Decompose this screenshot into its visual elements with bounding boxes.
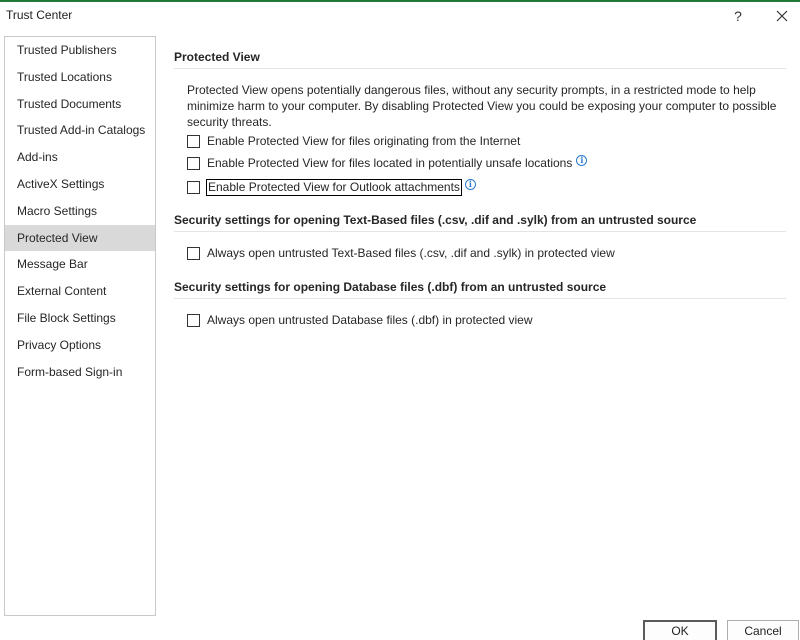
divider [174,231,786,232]
section-heading-text-based: Security settings for opening Text-Based… [174,213,697,227]
window-title: Trust Center [6,8,73,22]
sidebar-item-add-ins[interactable]: Add-ins [5,144,155,171]
checkbox-internet-files[interactable] [187,134,200,148]
close-button[interactable] [770,5,794,27]
close-icon [776,10,788,22]
sidebar-item-protected-view[interactable]: Protected View [5,224,155,252]
sidebar-item-activex-settings[interactable]: ActiveX Settings [5,171,155,198]
section-heading-protected-view: Protected View [174,50,260,64]
database-section: Security settings for opening Database f… [174,276,790,299]
sidebar: Trusted Publishers Trusted Locations Tru… [4,36,156,616]
sidebar-item-message-bar[interactable]: Message Bar [5,251,155,278]
ok-button[interactable]: OK [643,620,717,640]
checkbox-outlook-attachments[interactable] [187,180,200,194]
section-heading-database: Security settings for opening Database f… [174,280,607,294]
option-outlook-attachments[interactable]: Enable Protected View for Outlook attach… [187,178,476,196]
sidebar-item-trusted-addin-catalogs[interactable]: Trusted Add-in Catalogs [5,117,155,144]
option-label: Enable Protected View for files located … [207,156,573,170]
cancel-button[interactable]: Cancel [727,620,799,640]
sidebar-item-trusted-locations[interactable]: Trusted Locations [5,64,155,91]
option-label: Always open untrusted Text-Based files (… [207,246,615,260]
divider [174,68,786,69]
option-text-based-files[interactable]: Always open untrusted Text-Based files (… [187,244,616,262]
sidebar-item-form-based-sign-in[interactable]: Form-based Sign-in [5,359,155,386]
help-button[interactable]: ? [728,5,748,27]
title-bar: Trust Center ? [0,0,800,30]
sidebar-item-external-content[interactable]: External Content [5,278,155,305]
checkbox-unsafe-locations[interactable] [187,156,200,170]
option-label: Always open untrusted Database files (.d… [207,313,533,327]
sidebar-item-privacy-options[interactable]: Privacy Options [5,332,155,359]
checkbox-database-files[interactable] [187,313,200,327]
option-database-files[interactable]: Always open untrusted Database files (.d… [187,311,534,329]
protected-view-description: Protected View opens potentially dangero… [187,83,777,129]
checkbox-text-based-files[interactable] [187,246,200,260]
info-icon[interactable]: i [464,178,476,190]
text-based-section: Security settings for opening Text-Based… [174,209,790,232]
option-label: Enable Protected View for files originat… [207,134,521,148]
info-icon[interactable]: i [576,154,588,166]
protected-view-section: Protected View [174,46,790,69]
sidebar-item-file-block-settings[interactable]: File Block Settings [5,305,155,332]
option-internet-files[interactable]: Enable Protected View for files originat… [187,132,521,150]
sidebar-item-trusted-documents[interactable]: Trusted Documents [5,91,155,118]
option-label: Enable Protected View for Outlook attach… [206,178,462,196]
divider [174,298,786,299]
sidebar-item-trusted-publishers[interactable]: Trusted Publishers [5,37,155,64]
sidebar-item-macro-settings[interactable]: Macro Settings [5,198,155,225]
option-unsafe-locations[interactable]: Enable Protected View for files located … [187,154,588,172]
